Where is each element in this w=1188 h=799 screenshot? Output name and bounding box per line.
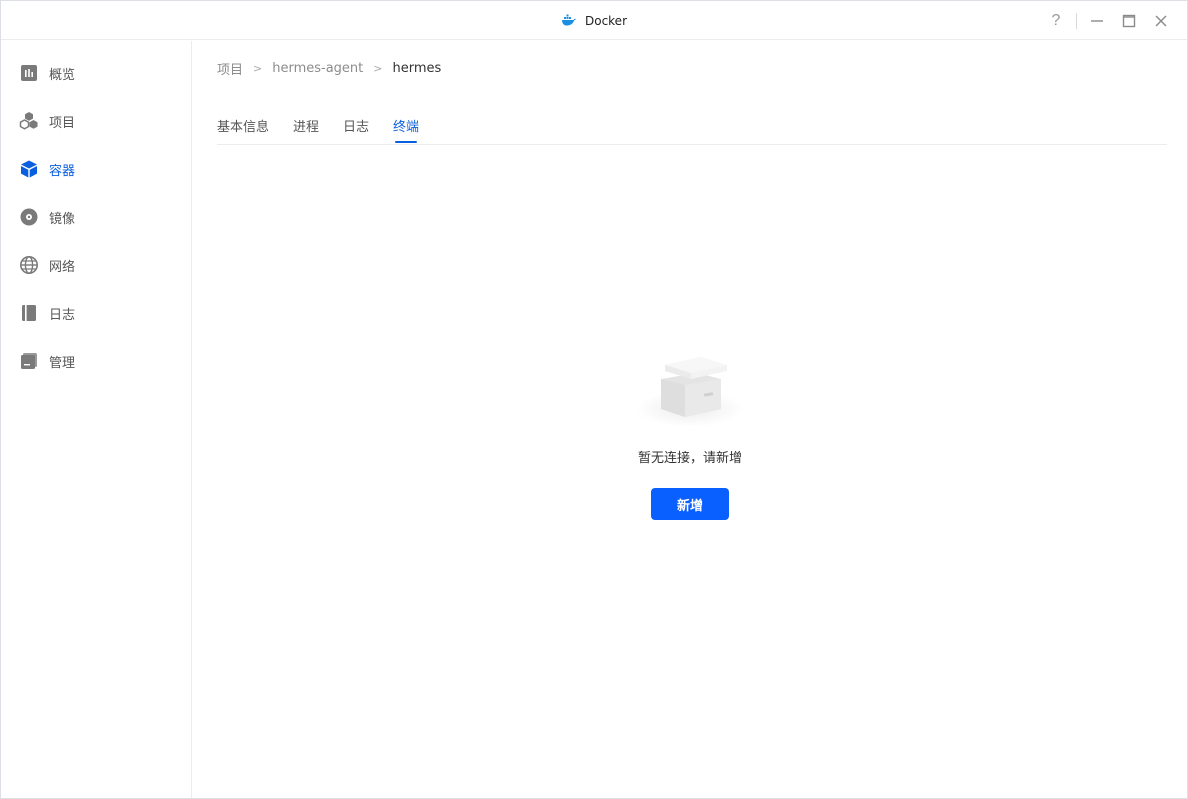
log-icon — [19, 303, 39, 323]
tab-logs[interactable]: 日志 — [343, 105, 369, 145]
breadcrumb: 项目 > hermes-agent > hermes — [217, 59, 441, 78]
sidebar-item-label: 网络 — [49, 259, 76, 275]
tab-terminal[interactable]: 终端 — [393, 105, 419, 145]
container-icon — [19, 159, 39, 179]
tab-processes[interactable]: 进程 — [293, 105, 319, 145]
sidebar-item-label: 管理 — [49, 355, 76, 371]
main-content: 项目 > hermes-agent > hermes 基本信息 进程 日志 终端 — [193, 41, 1187, 798]
sidebar-item-network[interactable]: 网络 — [1, 241, 191, 289]
sidebar-item-project[interactable]: 项目 — [1, 97, 191, 145]
add-connection-button[interactable]: 新增 — [651, 488, 729, 520]
window-title-group: Docker — [1, 1, 1187, 40]
help-button[interactable]: ? — [1040, 1, 1072, 40]
tab-basic-info[interactable]: 基本信息 — [217, 105, 269, 145]
window-title: Docker — [584, 13, 628, 28]
sidebar-item-manage[interactable]: 管理 — [1, 337, 191, 385]
maximize-icon — [1122, 14, 1136, 27]
sidebar-item-label: 镜像 — [49, 211, 76, 227]
sidebar-item-log[interactable]: 日志 — [1, 289, 191, 337]
image-icon — [19, 207, 39, 227]
sidebar-item-label: 容器 — [49, 163, 76, 179]
empty-box-icon — [635, 351, 745, 435]
sidebar-item-overview[interactable]: 概览 — [1, 49, 191, 97]
app-window: Docker ? 概览 项目 容器 镜像 网络 日志 管理 项目 > herme… — [0, 0, 1188, 799]
sidebar-item-label: 日志 — [49, 307, 76, 323]
minimize-button[interactable] — [1081, 1, 1113, 40]
title-bar: Docker ? — [1, 1, 1187, 40]
breadcrumb-separator: > — [253, 62, 263, 75]
breadcrumb-item-hermes-agent[interactable]: hermes-agent — [272, 61, 363, 76]
sidebar: 概览 项目 容器 镜像 网络 日志 管理 — [1, 41, 192, 798]
network-icon — [19, 255, 39, 275]
project-icon — [19, 111, 39, 131]
breadcrumb-item-project[interactable]: 项目 — [217, 59, 243, 78]
breadcrumb-separator: > — [373, 62, 383, 75]
close-button[interactable] — [1145, 1, 1177, 40]
manage-icon — [19, 351, 39, 371]
sidebar-item-image[interactable]: 镜像 — [1, 193, 191, 241]
breadcrumb-item-current: hermes — [392, 61, 442, 76]
sidebar-item-label: 项目 — [49, 115, 76, 131]
overview-icon — [19, 63, 39, 83]
empty-state-message: 暂无连接，请新增 — [637, 451, 742, 466]
sidebar-item-container[interactable]: 容器 — [1, 145, 191, 193]
minimize-icon — [1091, 19, 1103, 22]
maximize-button[interactable] — [1113, 1, 1145, 40]
window-controls: ? — [1040, 1, 1177, 40]
controls-divider — [1076, 12, 1077, 29]
docker-logo-icon — [561, 11, 577, 30]
sidebar-item-label: 概览 — [49, 67, 76, 83]
close-icon — [1155, 15, 1167, 26]
empty-state: 暂无连接，请新增 新增 — [193, 351, 1187, 520]
tab-bar: 基本信息 进程 日志 终端 — [217, 105, 1167, 145]
